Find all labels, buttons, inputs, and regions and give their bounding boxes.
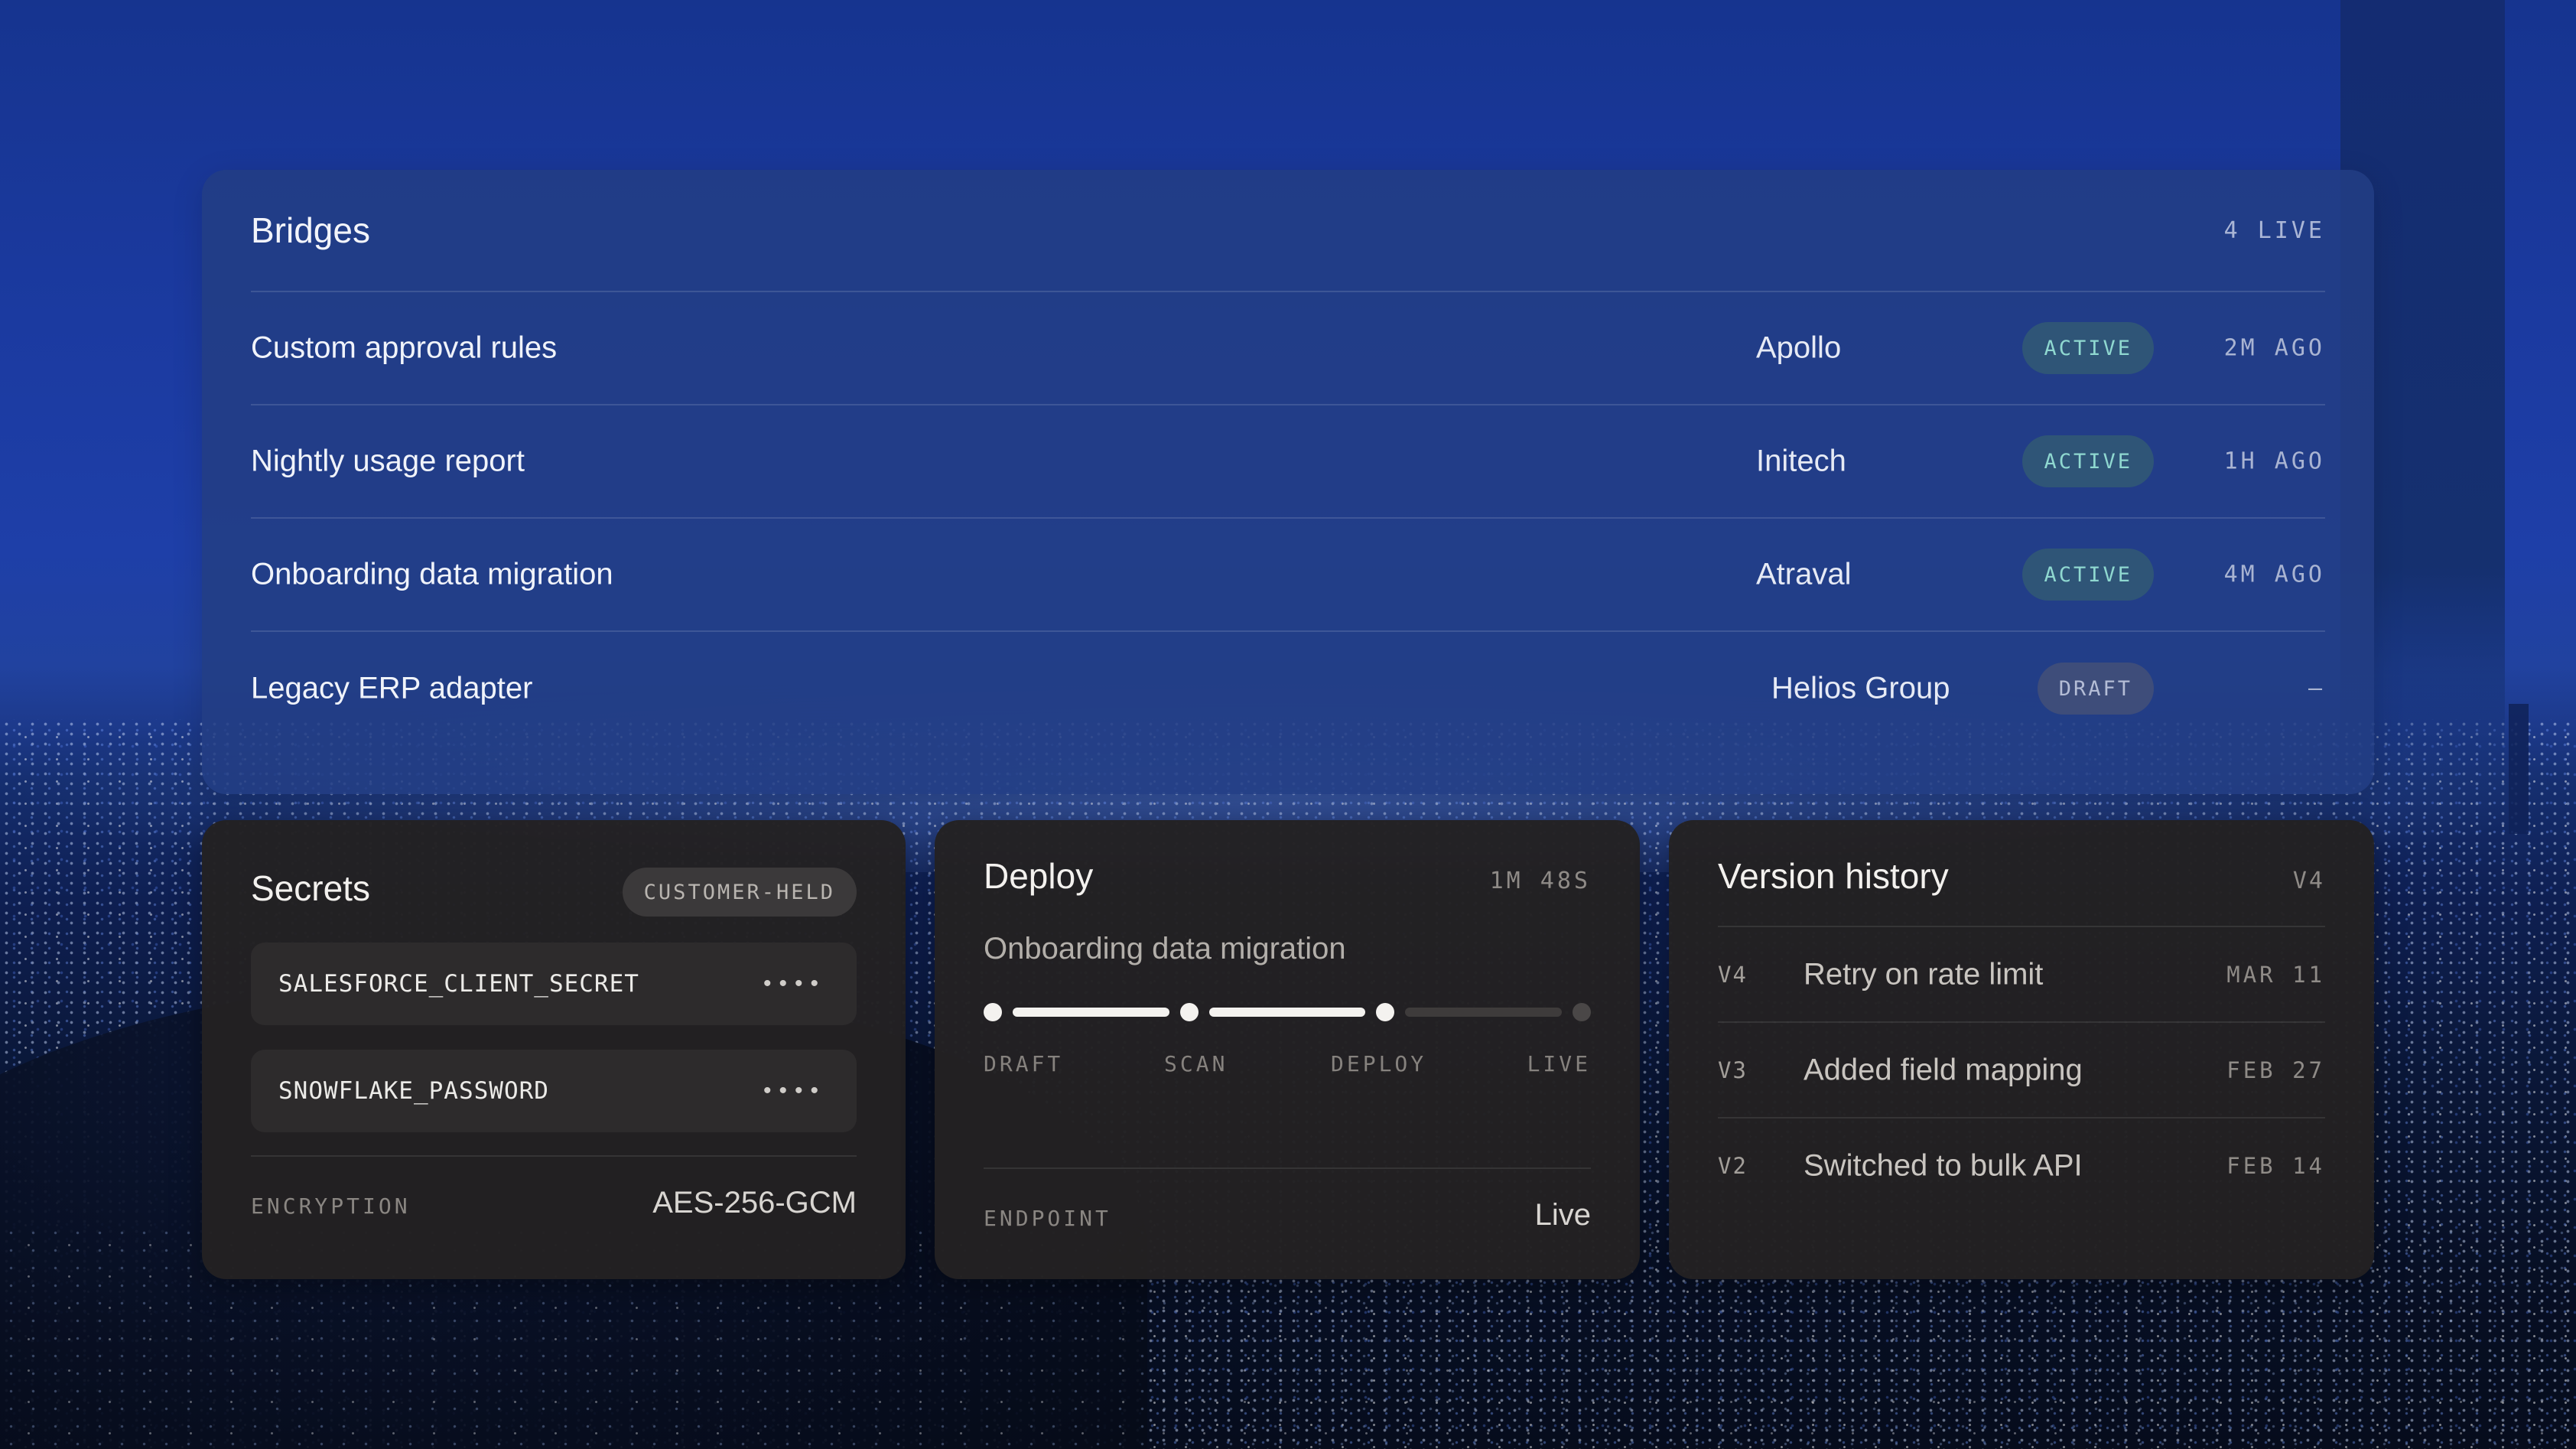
version-message: Retry on rate limit xyxy=(1804,957,2044,991)
bridges-title: Bridges xyxy=(251,210,370,250)
step-label-deploy: DEPLOY xyxy=(1331,1051,1427,1076)
version-message: Added field mapping xyxy=(1804,1053,2083,1086)
step-label-draft: DRAFT xyxy=(984,1051,1064,1076)
step-connector xyxy=(1405,1008,1562,1017)
version-history-panel: Version history V4 V4 Retry on rate limi… xyxy=(1669,820,2374,1279)
version-date: FEB 27 xyxy=(2226,1057,2325,1083)
bridge-name: Custom approval rules xyxy=(251,331,558,365)
status-badge: DRAFT xyxy=(2037,663,2154,715)
status-badge: ACTIVE xyxy=(2022,322,2154,374)
secrets-title: Secrets xyxy=(251,868,370,908)
bridge-name: Nightly usage report xyxy=(251,444,525,478)
endpoint-label: ENDPOINT xyxy=(984,1206,1111,1231)
version-tag: V4 xyxy=(1718,961,1748,988)
bridge-client: Apollo xyxy=(1756,331,1842,365)
version-history-title: Version history xyxy=(1718,856,1949,896)
divider xyxy=(984,1167,1591,1169)
bridge-row[interactable]: Custom approval rules Apollo ACTIVE 2M A… xyxy=(251,292,2325,405)
deploy-duration: 1M 48S xyxy=(1489,868,1591,894)
bridges-header: Bridges 4 LIVE xyxy=(251,170,2325,292)
deploy-progress-track xyxy=(984,1001,1591,1024)
step-label-live: LIVE xyxy=(1527,1051,1591,1076)
bridge-name: Legacy ERP adapter xyxy=(251,671,533,705)
last-run-time: 2M AGO xyxy=(2223,334,2325,362)
masked-value: •••• xyxy=(763,971,826,996)
deploy-subject: Onboarding data migration xyxy=(984,932,1346,965)
bridge-row[interactable]: Legacy ERP adapter Helios Group DRAFT – xyxy=(251,632,2325,745)
step-dot xyxy=(1179,1003,1199,1021)
last-run-time: – xyxy=(2308,675,2325,702)
current-version: V4 xyxy=(2292,868,2325,894)
version-tag: V3 xyxy=(1718,1057,1748,1083)
last-run-time: 4M AGO xyxy=(2223,561,2325,588)
version-tag: V2 xyxy=(1718,1152,1748,1179)
version-date: MAR 11 xyxy=(2226,961,2325,988)
deploy-title: Deploy xyxy=(984,856,1094,896)
version-row[interactable]: V3 Added field mapping FEB 27 xyxy=(1718,1021,2325,1117)
secret-item[interactable]: SNOWFLAKE_PASSWORD •••• xyxy=(251,1050,857,1132)
customer-held-badge: CUSTOMER-HELD xyxy=(622,868,857,917)
deploy-steps: DRAFT SCAN DEPLOY LIVE xyxy=(984,1051,1591,1082)
masked-value: •••• xyxy=(763,1078,826,1103)
encryption-value: AES-256-GCM xyxy=(652,1186,857,1219)
secret-key: SALESFORCE_CLIENT_SECRET xyxy=(278,970,639,998)
bridges-panel: Bridges 4 LIVE Custom approval rules Apo… xyxy=(202,170,2374,794)
bridge-client: Atraval xyxy=(1756,557,1852,591)
bridge-row[interactable]: Onboarding data migration Atraval ACTIVE… xyxy=(251,519,2325,632)
bridge-client: Helios Group xyxy=(1771,671,1950,705)
secrets-panel: Secrets CUSTOMER-HELD SALESFORCE_CLIENT_… xyxy=(202,820,906,1279)
bridge-client: Initech xyxy=(1756,444,1846,478)
last-run-time: 1H AGO xyxy=(2223,448,2325,475)
version-date: FEB 14 xyxy=(2226,1152,2325,1179)
version-row[interactable]: V4 Retry on rate limit MAR 11 xyxy=(1718,926,2325,1021)
step-connector xyxy=(1208,1008,1366,1017)
step-dot xyxy=(1376,1003,1395,1021)
secret-item[interactable]: SALESFORCE_CLIENT_SECRET •••• xyxy=(251,943,857,1025)
endpoint-value: Live xyxy=(1534,1198,1591,1232)
deploy-panel: Deploy 1M 48S Onboarding data migration … xyxy=(935,820,1640,1279)
distant-tower xyxy=(2509,704,2529,834)
version-message: Switched to bulk API xyxy=(1804,1148,2083,1182)
version-row[interactable]: V2 Switched to bulk API FEB 14 xyxy=(1718,1117,2325,1213)
step-connector xyxy=(1013,1008,1169,1017)
divider xyxy=(251,1155,857,1157)
secret-key: SNOWFLAKE_PASSWORD xyxy=(278,1077,549,1105)
bridge-row[interactable]: Nightly usage report Initech ACTIVE 1H A… xyxy=(251,405,2325,519)
step-dot xyxy=(984,1003,1002,1021)
step-label-scan: SCAN xyxy=(1164,1051,1228,1076)
status-badge: ACTIVE xyxy=(2022,549,2154,601)
encryption-label: ENCRYPTION xyxy=(251,1193,411,1219)
status-badge: ACTIVE xyxy=(2022,435,2154,487)
step-dot xyxy=(1573,1003,1591,1021)
bridge-name: Onboarding data migration xyxy=(251,557,613,591)
live-count-badge: 4 LIVE xyxy=(2223,217,2325,244)
